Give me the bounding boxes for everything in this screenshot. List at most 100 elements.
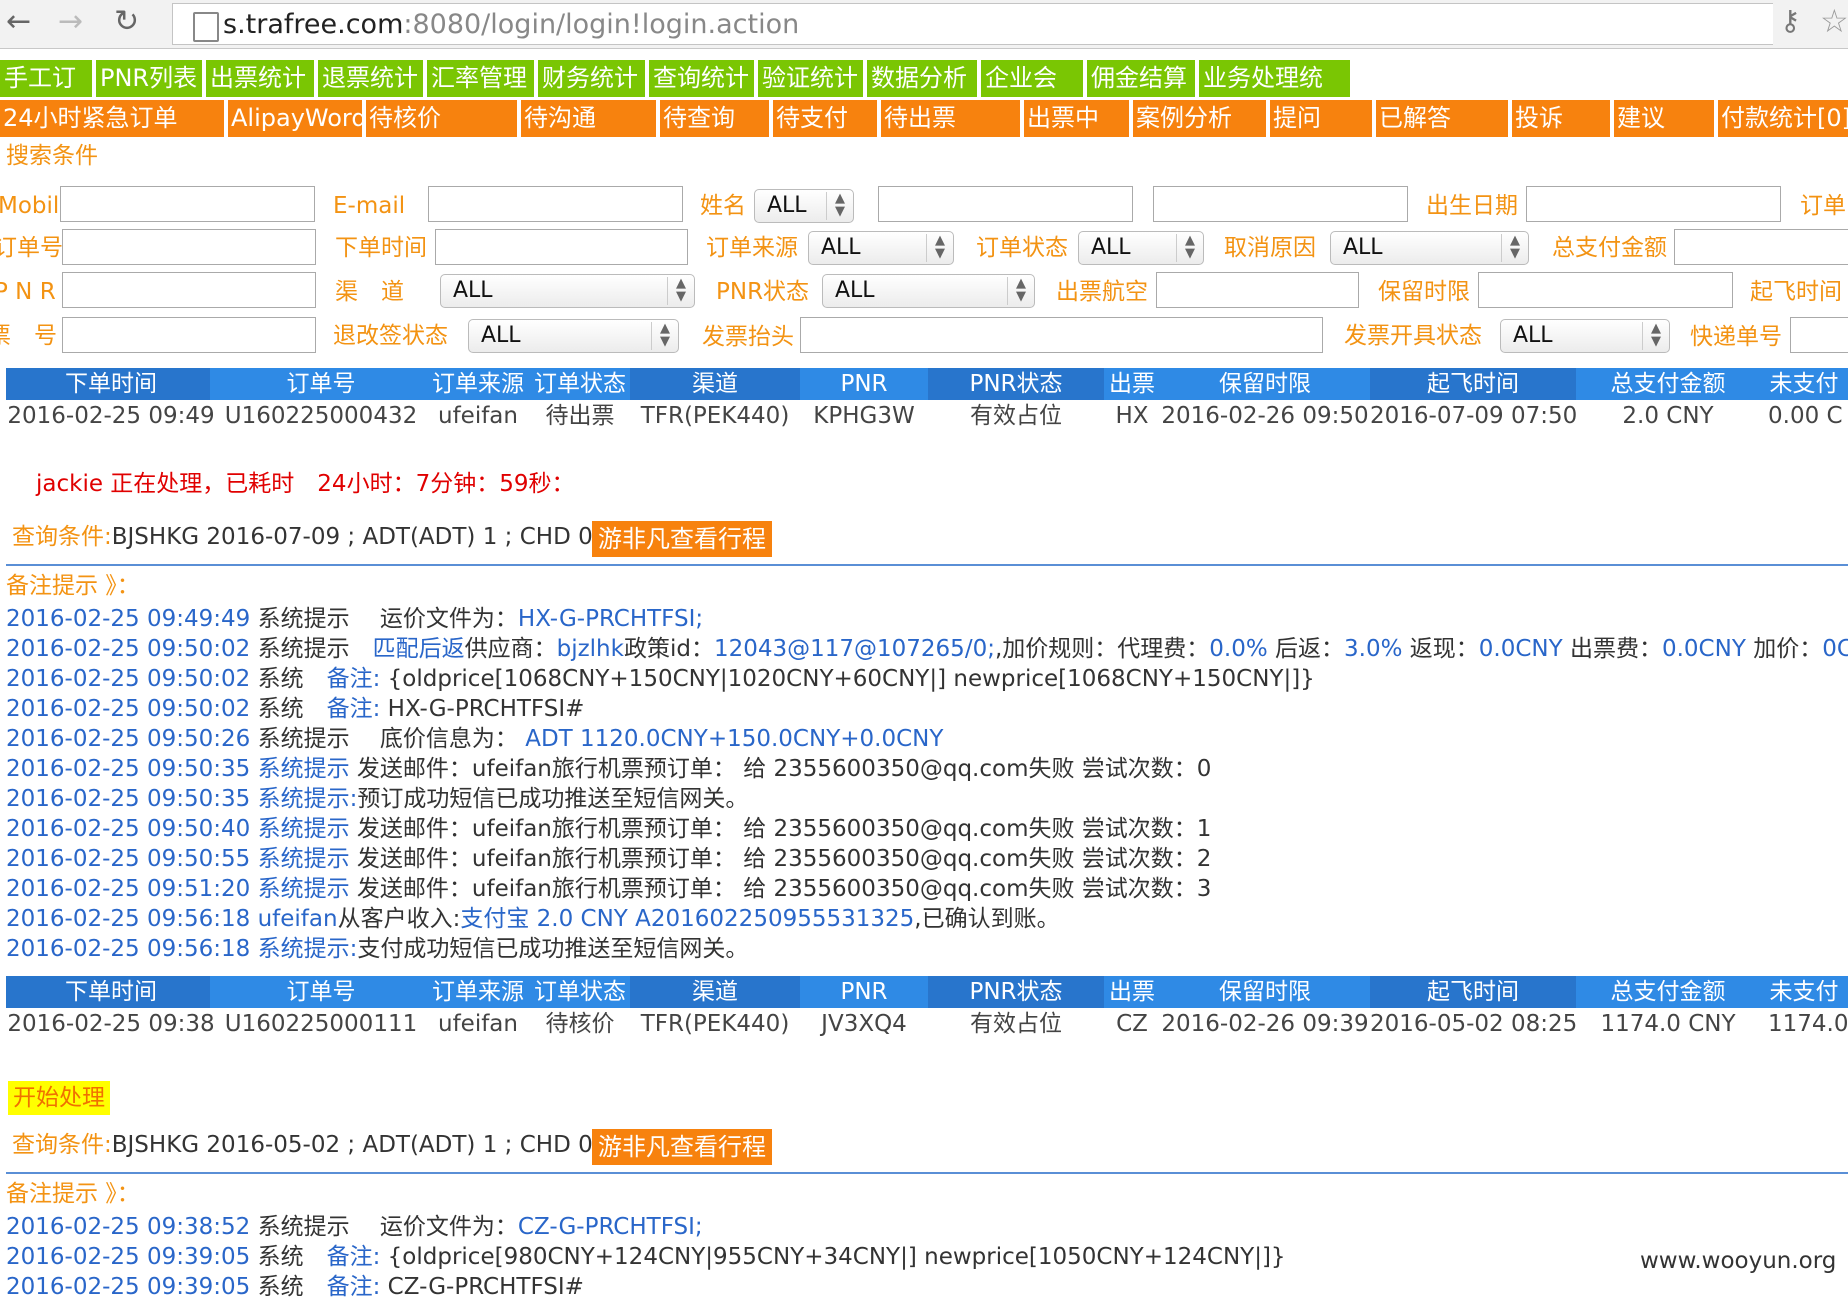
mobile-input[interactable] xyxy=(60,186,315,222)
log-segment[interactable]: 2016-02-25 09:56:18 系统提示: xyxy=(6,936,357,962)
queue-tab[interactable]: 建议[25] xyxy=(1614,100,1714,169)
column-header[interactable]: 下单时间 xyxy=(6,368,216,400)
column-header[interactable]: 订单号 xyxy=(216,976,426,1008)
log-segment[interactable]: 2016-02-25 09:50:02 xyxy=(6,636,250,662)
hold-limit-input[interactable] xyxy=(1478,272,1733,308)
nav-tab[interactable]: 汇率管理 xyxy=(427,60,534,97)
order-time-input[interactable] xyxy=(435,229,688,265)
email-input[interactable] xyxy=(428,186,683,222)
column-header[interactable]: 订单号 xyxy=(216,368,426,400)
channel-select[interactable]: ALL ▲ ▼ xyxy=(440,274,695,308)
express-no-input[interactable] xyxy=(1790,317,1848,353)
log-segment[interactable]: CZ-G-PRCHTFSI; xyxy=(518,1214,703,1240)
column-header[interactable]: 保留时限 xyxy=(1160,976,1370,1008)
log-segment[interactable]: 备注: xyxy=(327,666,381,692)
column-header[interactable]: PNR xyxy=(800,976,928,1008)
queue-tab[interactable]: 24小时紧急订单[623] xyxy=(0,100,224,169)
log-segment[interactable]: 备注: xyxy=(327,1244,381,1270)
name-input-2[interactable] xyxy=(1153,186,1408,222)
column-header[interactable]: PNR状态 xyxy=(928,368,1104,400)
nav-tab[interactable]: 数据分析 xyxy=(867,60,977,97)
order-no-input[interactable] xyxy=(62,229,316,265)
nav-tab[interactable]: 验证统计 xyxy=(758,60,863,97)
column-header[interactable]: 总支付金额 xyxy=(1576,368,1760,400)
column-header[interactable]: 总支付金额 xyxy=(1576,976,1760,1008)
queue-tab[interactable]: 付款统计[0] xyxy=(1718,100,1848,137)
queue-tab[interactable]: 案例分析[0] xyxy=(1133,100,1266,169)
column-header[interactable]: 出票 xyxy=(1104,368,1160,400)
column-header[interactable]: 未支付 xyxy=(1760,976,1848,1008)
queue-tab[interactable]: 已解答[783] xyxy=(1376,100,1508,169)
column-header[interactable]: 渠道 xyxy=(630,976,800,1008)
cancel-reason-select[interactable]: ALL ▲ ▼ xyxy=(1330,231,1529,265)
log-segment[interactable]: 0.0CNY xyxy=(1662,636,1746,662)
column-header[interactable]: 保留时限 xyxy=(1160,368,1370,400)
log-segment[interactable]: 2016-02-25 09:50:35 系统提示: xyxy=(6,786,357,812)
invoice-status-select[interactable]: ALL ▲ ▼ xyxy=(1500,319,1670,353)
log-segment[interactable]: 2016-02-25 09:49:49 xyxy=(6,606,250,632)
nav-tab[interactable]: 出票统计 xyxy=(206,60,314,97)
log-segment[interactable]: 2016-02-25 09:39:05 xyxy=(6,1244,250,1270)
column-header[interactable]: 起飞时间 xyxy=(1370,368,1576,400)
queue-tab[interactable]: 待核价[6353] xyxy=(366,100,517,169)
nav-tab[interactable]: 企业会员 xyxy=(981,60,1083,129)
log-segment[interactable]: 匹配后返 xyxy=(373,636,465,662)
log-segment[interactable]: 2016-02-25 09:50:02 xyxy=(6,666,250,692)
forward-icon[interactable]: → xyxy=(58,4,83,40)
column-header[interactable]: 起飞时间 xyxy=(1370,976,1576,1008)
view-itinerary-button[interactable]: 游非凡查看行程 xyxy=(592,521,772,557)
change-status-select[interactable]: ALL ▲ ▼ xyxy=(468,319,679,353)
nav-tab[interactable]: 佣金结算 xyxy=(1087,60,1195,97)
log-segment[interactable]: 2016-02-25 09:50:55 系统提示 xyxy=(6,846,350,872)
bookmark-star-icon[interactable]: ☆ xyxy=(1820,2,1848,40)
log-segment[interactable]: 12043@117@107265/0; xyxy=(714,636,995,662)
column-header[interactable]: 订单来源 xyxy=(426,368,530,400)
log-segment[interactable]: ADT 1120.0CNY+150.0CNY+0.0CNY xyxy=(525,726,943,752)
log-segment[interactable]: 2016-02-25 09:50:26 xyxy=(6,726,250,752)
log-segment[interactable]: 2016-02-25 09:51:20 系统提示 xyxy=(6,876,350,902)
log-segment[interactable]: 2016-02-25 09:50:02 xyxy=(6,696,250,722)
log-segment[interactable]: 支付宝 2.0 CNY A201602250955531325 xyxy=(460,906,914,932)
queue-tab[interactable]: 提问[71] xyxy=(1270,100,1372,169)
airline-input[interactable] xyxy=(1156,272,1359,308)
nav-tab[interactable]: 查询统计 xyxy=(649,60,754,97)
queue-tab[interactable]: 待出票[117] xyxy=(881,100,1020,169)
column-header[interactable]: 未支付 xyxy=(1760,368,1848,400)
order-status-select[interactable]: ALL ▲ ▼ xyxy=(1078,231,1204,265)
birthdate-input[interactable] xyxy=(1526,186,1781,222)
queue-tab[interactable]: 待支付[7] xyxy=(773,100,877,169)
column-header[interactable]: 渠道 xyxy=(630,368,800,400)
order-source-select[interactable]: ALL ▲ ▼ xyxy=(808,231,954,265)
back-icon[interactable]: ← xyxy=(6,4,31,40)
log-segment[interactable]: 2016-02-25 09:56:18 ufeifan xyxy=(6,906,338,932)
log-segment[interactable]: 0CN xyxy=(1822,636,1848,662)
nav-tab[interactable]: 财务统计 xyxy=(538,60,645,97)
column-header[interactable]: PNR状态 xyxy=(928,976,1104,1008)
log-segment[interactable]: HX-G-PRCHTFSI; xyxy=(518,606,703,632)
column-header[interactable]: 下单时间 xyxy=(6,976,216,1008)
log-segment[interactable]: 0.0CNY xyxy=(1479,636,1563,662)
start-processing-button[interactable]: 开始处理 xyxy=(8,1081,110,1115)
key-icon[interactable]: ⚷ xyxy=(1780,4,1801,37)
name-input[interactable] xyxy=(878,186,1133,222)
log-segment[interactable]: 0.0% xyxy=(1209,636,1267,662)
nav-tab[interactable]: 手工订单 xyxy=(0,60,92,129)
nav-tab[interactable]: PNR列表 xyxy=(96,60,202,97)
column-header[interactable]: 订单来源 xyxy=(426,976,530,1008)
log-segment[interactable]: 2016-02-25 09:38:52 xyxy=(6,1214,250,1240)
log-segment[interactable]: 2016-02-25 09:39:05 xyxy=(6,1274,250,1300)
log-segment[interactable]: 3.0% xyxy=(1344,636,1402,662)
log-segment[interactable]: 备注: xyxy=(327,696,381,722)
queue-tab[interactable]: 待沟通[358] xyxy=(521,100,656,169)
queue-tab[interactable]: 投诉[27] xyxy=(1512,100,1610,169)
queue-tab[interactable]: 出票中[9] xyxy=(1024,100,1129,169)
log-segment[interactable]: 2016-02-25 09:50:40 系统提示 xyxy=(6,816,350,842)
nav-tab[interactable]: 退票统计 xyxy=(318,60,423,97)
total-paid-input[interactable] xyxy=(1674,229,1848,265)
invoice-title-input[interactable] xyxy=(800,317,1323,353)
log-segment[interactable]: 备注: xyxy=(327,1274,381,1300)
column-header[interactable]: PNR xyxy=(800,368,928,400)
queue-tab[interactable]: 待查询[9] xyxy=(660,100,769,169)
queue-tab[interactable]: AlipayWord xyxy=(228,100,367,137)
pnr-input[interactable] xyxy=(62,272,316,308)
